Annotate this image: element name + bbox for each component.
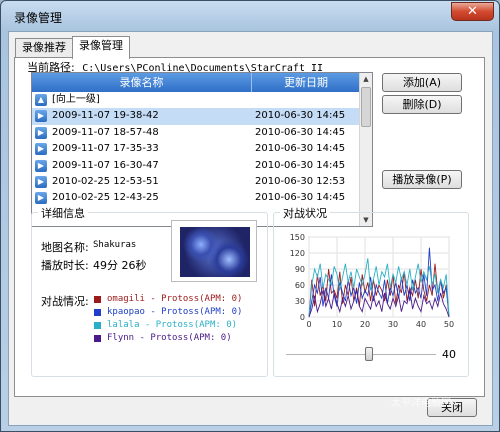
watermark-sub: 太平洋电脑网 [391, 398, 451, 409]
add-button[interactable]: 添加(A) [382, 73, 462, 92]
x-tick-label: 30 [388, 320, 398, 329]
y-tick-label: 90 [295, 265, 305, 274]
player-color-swatch [94, 335, 101, 342]
replay-file-icon: ▶ [35, 175, 47, 188]
replay-name: 2010-02-25 12-53-51 [52, 175, 159, 187]
x-tick-label: 20 [360, 320, 370, 329]
replay-date: 2010-06-30 14:45 [255, 110, 346, 122]
slider-thumb[interactable] [364, 347, 373, 361]
replay-name: 2009-11-07 18-57-48 [52, 126, 159, 138]
map-image [180, 227, 250, 277]
player-entry: lalala - Protoss(APM: 0) [107, 320, 238, 330]
title-bar[interactable]: 录像管理 ✕ [1, 1, 499, 31]
column-header-name[interactable]: 录像名称 [32, 73, 252, 92]
replay-name: 2009-11-07 16-30-47 [52, 159, 159, 171]
scroll-up-icon[interactable]: ▲ [361, 73, 371, 85]
play-replay-button[interactable]: 播放录像(P) [382, 170, 462, 189]
replay-name: 2010-02-25 12-43-25 [52, 192, 159, 204]
list-item[interactable]: ▶ 2009-11-07 19-38-42 2010-06-30 14:45 [32, 108, 360, 125]
list-item[interactable]: ▶ 2009-11-07 18-57-48 2010-06-30 14:45 [32, 125, 360, 141]
duration-label: 播放时长: [41, 259, 89, 272]
tab-label: 录像推荐 [22, 41, 66, 54]
y-tick-label: 30 [295, 297, 305, 306]
list-scrollbar[interactable]: ▲ ▼ [359, 73, 372, 226]
slider-value: 40 [442, 348, 456, 361]
list-item[interactable]: ▲ [向上一级] [32, 92, 360, 108]
list-item[interactable]: ▶ 2009-11-07 17-35-33 2010-06-30 14:45 [32, 141, 360, 157]
map-label: 地图名称: [41, 241, 89, 254]
replay-name: 2009-11-07 19-38-42 [52, 110, 159, 122]
replay-date: 2010-06-30 14:45 [255, 159, 346, 171]
slider-track[interactable] [286, 354, 436, 356]
player-entry: Flynn - Protoss(APM: 0) [107, 333, 232, 343]
replay-file-icon: ▶ [35, 110, 47, 123]
replay-name: [向上一级] [52, 94, 100, 105]
player-entry: omagili - Protoss(APM: 0) [107, 294, 243, 304]
players-label: 对战情况: [41, 295, 89, 308]
replay-file-icon: ▶ [35, 159, 47, 172]
delete-button[interactable]: 删除(D) [382, 95, 462, 114]
battle-title: 对战状况 [280, 205, 330, 221]
x-tick-label: 0 [306, 320, 311, 329]
window-title: 录像管理 [14, 11, 63, 25]
replay-file-icon: ▶ [35, 192, 47, 205]
list-header: 录像名称 更新日期 [32, 73, 360, 92]
folder-up-icon: ▲ [35, 94, 47, 106]
tab-manage[interactable]: 录像管理 [72, 36, 130, 59]
y-tick-label: 0 [300, 313, 305, 322]
replay-date: 2010-06-30 14:45 [255, 126, 346, 138]
window-close-button[interactable]: ✕ [451, 2, 494, 21]
y-tick-label: 150 [290, 233, 305, 242]
app-window: 录像管理 ✕ 录像推荐 录像管理 当前路径: C:\Users\PConline… [0, 0, 500, 432]
tab-recommended[interactable]: 录像推荐 [15, 38, 73, 58]
replay-name: 2009-11-07 17-35-33 [52, 143, 159, 155]
list-rows: ▲ [向上一级] ▶ 2009-11-07 19-38-42 2010-06-30 14… [32, 92, 360, 207]
y-tick-label: 120 [290, 249, 305, 258]
player-color-swatch [94, 296, 101, 303]
column-header-date[interactable]: 更新日期 [252, 73, 360, 92]
replay-list[interactable]: 录像名称 更新日期 ▲ [向上一级] ▶ 2009-11-07 19-38-42 201… [31, 72, 373, 227]
player-entry: kpaopao - Protoss(APM: 0) [107, 307, 243, 317]
replay-file-icon: ▶ [35, 126, 47, 139]
close-icon: ✕ [467, 4, 478, 19]
list-item[interactable]: ▶ 2010-02-25 12-53-51 2010-06-30 12:53 [32, 174, 360, 190]
player-color-swatch [94, 322, 101, 329]
duration-value: 49分 26秒 [93, 259, 147, 272]
replay-date: 2010-06-30 14:45 [255, 192, 346, 204]
battle-chart: 0 30 60 90 120 150 0 10 20 30 40 50 [290, 233, 454, 329]
x-tick-label: 40 [416, 320, 426, 329]
replay-file-icon: ▶ [35, 143, 47, 156]
tab-label: 录像管理 [79, 39, 123, 52]
replay-date: 2010-06-30 14:45 [255, 143, 346, 155]
list-item[interactable]: ▶ 2009-11-07 16-30-47 2010-06-30 14:45 [32, 158, 360, 174]
y-tick-label: 60 [295, 281, 305, 290]
x-tick-label: 10 [332, 320, 342, 329]
replay-date: 2010-06-30 12:53 [255, 175, 346, 187]
details-title: 详细信息 [38, 205, 88, 221]
player-color-swatch [94, 309, 101, 316]
map-value: Shakuras [93, 240, 137, 250]
scroll-thumb[interactable] [361, 87, 371, 127]
x-tick-label: 50 [444, 320, 454, 329]
map-thumbnail [171, 220, 257, 282]
